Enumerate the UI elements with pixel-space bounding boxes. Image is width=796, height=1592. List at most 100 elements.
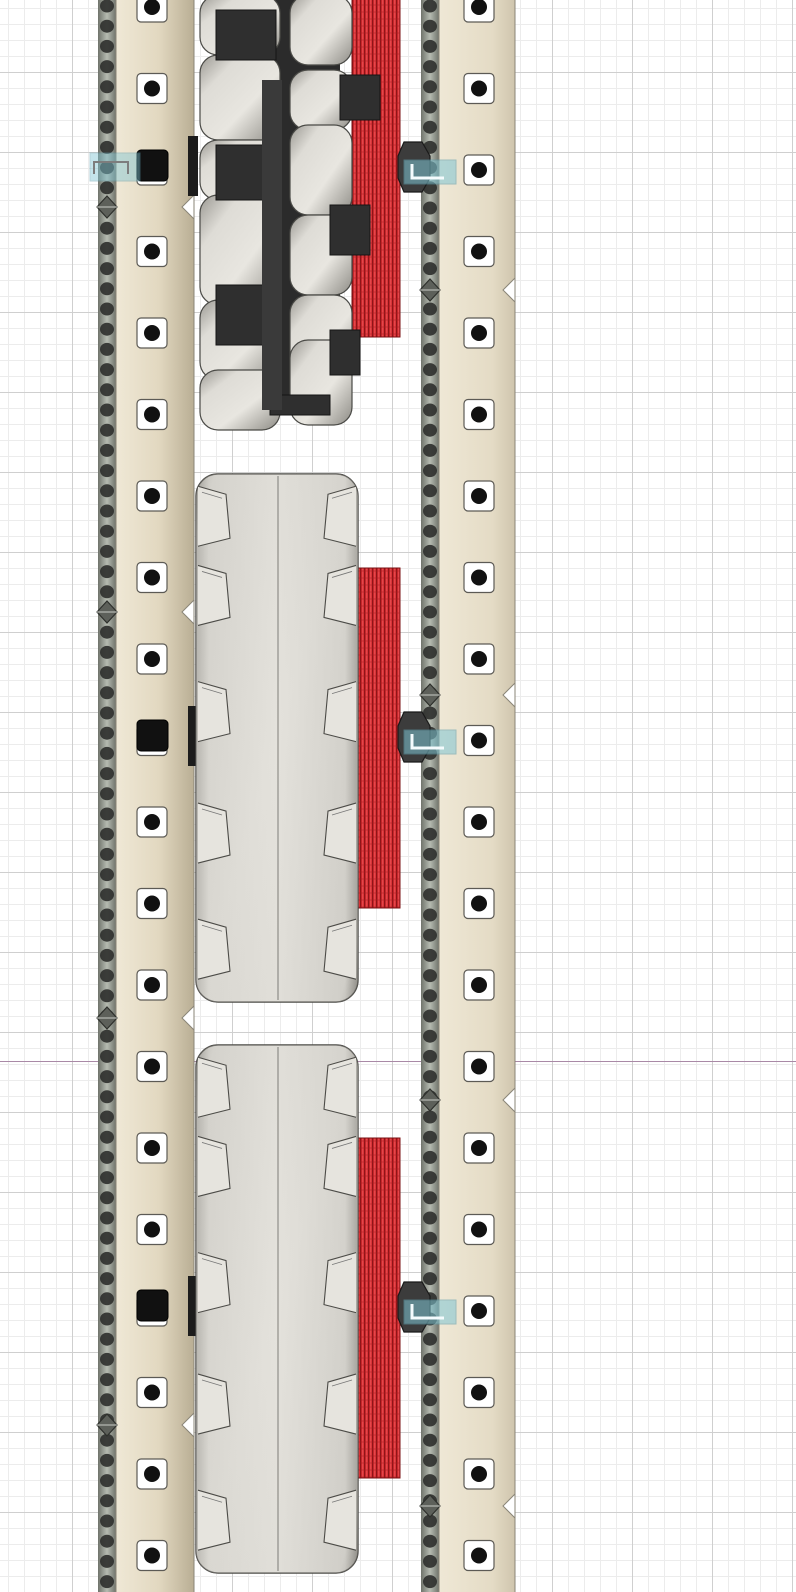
flange-bump <box>100 322 114 336</box>
mount-hole[interactable] <box>463 398 495 431</box>
omni-hub-spoke <box>215 144 267 201</box>
mount-hole[interactable] <box>463 480 495 512</box>
mount-hole[interactable] <box>463 806 495 838</box>
wheel-shade <box>196 1045 358 1573</box>
flange-bump <box>423 847 437 861</box>
flange-bump <box>423 969 437 983</box>
flange-bump <box>100 908 114 922</box>
mount-hole[interactable] <box>463 317 495 349</box>
flange-bump <box>423 605 437 619</box>
traction-wheel-1[interactable] <box>195 473 359 1003</box>
omni-hub-spoke <box>339 74 381 121</box>
flange-bump <box>100 484 114 498</box>
mount-hole[interactable] <box>136 398 168 431</box>
flange-bump <box>100 302 114 316</box>
tread-lug <box>197 918 231 980</box>
flange-bump <box>423 1150 437 1164</box>
mount-hole[interactable] <box>463 154 495 186</box>
mount-hole[interactable] <box>463 1050 495 1083</box>
mount-hole[interactable] <box>136 1213 168 1246</box>
hole-bore <box>144 569 160 586</box>
cad-viewport[interactable] <box>0 0 796 1592</box>
flange-bump <box>100 544 114 558</box>
flange-bump <box>423 504 437 518</box>
flange-bump <box>100 868 114 882</box>
flange-bump <box>100 1090 114 1104</box>
flange-bump <box>100 1231 114 1245</box>
flange-bump <box>423 322 437 336</box>
flange-bump <box>100 363 114 377</box>
mount-hole[interactable] <box>463 887 495 920</box>
flange-bump <box>423 948 437 962</box>
c-channel-left[interactable] <box>96 0 195 1592</box>
mount-hole[interactable] <box>136 72 168 105</box>
flange-bump <box>100 666 114 680</box>
motor-marker[interactable] <box>136 1289 169 1322</box>
tread-lug <box>323 1056 357 1118</box>
mount-hole[interactable] <box>463 643 495 675</box>
flange-bump <box>100 1070 114 1084</box>
flange-bump <box>423 1251 437 1265</box>
hole-bore <box>471 1466 487 1482</box>
mount-hole[interactable] <box>136 1539 168 1572</box>
gear[interactable] <box>351 1137 401 1479</box>
mount-hole[interactable] <box>463 1376 495 1409</box>
drivetrain-model[interactable] <box>0 0 796 1592</box>
flange-bump <box>100 282 114 296</box>
gear[interactable] <box>351 0 401 338</box>
flange-bump <box>423 1191 437 1205</box>
tread-lug <box>323 802 357 864</box>
c-channel-right[interactable] <box>419 0 516 1592</box>
flange-bump <box>423 1231 437 1245</box>
mount-hole[interactable] <box>136 643 168 675</box>
mount-hole[interactable] <box>463 1213 495 1246</box>
flange-bump <box>100 888 114 902</box>
mount-hole[interactable] <box>136 1376 168 1409</box>
selection-icon-left[interactable] <box>89 152 141 182</box>
flange-bump <box>100 100 114 114</box>
gear[interactable] <box>351 567 401 909</box>
flange-bump <box>100 1534 114 1548</box>
flange-bump <box>423 1393 437 1407</box>
hole-bore <box>144 1466 160 1482</box>
flange-bump <box>423 1070 437 1084</box>
mount-hole[interactable] <box>463 1458 495 1490</box>
mount-hole[interactable] <box>463 1539 495 1572</box>
mount-hole[interactable] <box>136 0 168 23</box>
mount-hole[interactable] <box>463 72 495 105</box>
mount-hole[interactable] <box>136 561 168 594</box>
hole-bore <box>471 977 487 993</box>
mount-hole[interactable] <box>136 887 168 920</box>
flange-bump <box>100 1352 114 1366</box>
hole-bore <box>144 814 160 830</box>
flange-bump <box>100 1272 114 1286</box>
mount-hole[interactable] <box>463 235 495 268</box>
flange-bump <box>423 60 437 74</box>
mount-hole[interactable] <box>463 1295 495 1327</box>
flange-bump <box>423 908 437 922</box>
mount-hole[interactable] <box>136 1458 168 1490</box>
mount-hole[interactable] <box>136 480 168 512</box>
motor-marker[interactable] <box>136 719 169 752</box>
mount-hole[interactable] <box>463 561 495 594</box>
mount-hole[interactable] <box>136 317 168 349</box>
mount-hole[interactable] <box>136 969 168 1001</box>
tread-lug <box>197 485 231 547</box>
hole-bore <box>471 1221 487 1238</box>
mount-hole[interactable] <box>136 235 168 268</box>
mount-hole[interactable] <box>463 0 495 23</box>
mount-hole[interactable] <box>463 724 495 757</box>
mount-hole[interactable] <box>136 1132 168 1164</box>
flange-bump <box>100 19 114 33</box>
mount-hole[interactable] <box>136 1050 168 1083</box>
omni-hub-spoke <box>329 204 371 256</box>
traction-wheel-2[interactable] <box>195 1044 359 1574</box>
mount-hole[interactable] <box>136 806 168 838</box>
hole-bore <box>471 1140 487 1156</box>
flange-bump <box>423 1049 437 1063</box>
hole-bore <box>144 243 160 260</box>
mount-hole[interactable] <box>463 1132 495 1164</box>
flange-bump <box>100 1554 114 1568</box>
motor-marker[interactable] <box>136 149 169 182</box>
mount-hole[interactable] <box>463 969 495 1001</box>
